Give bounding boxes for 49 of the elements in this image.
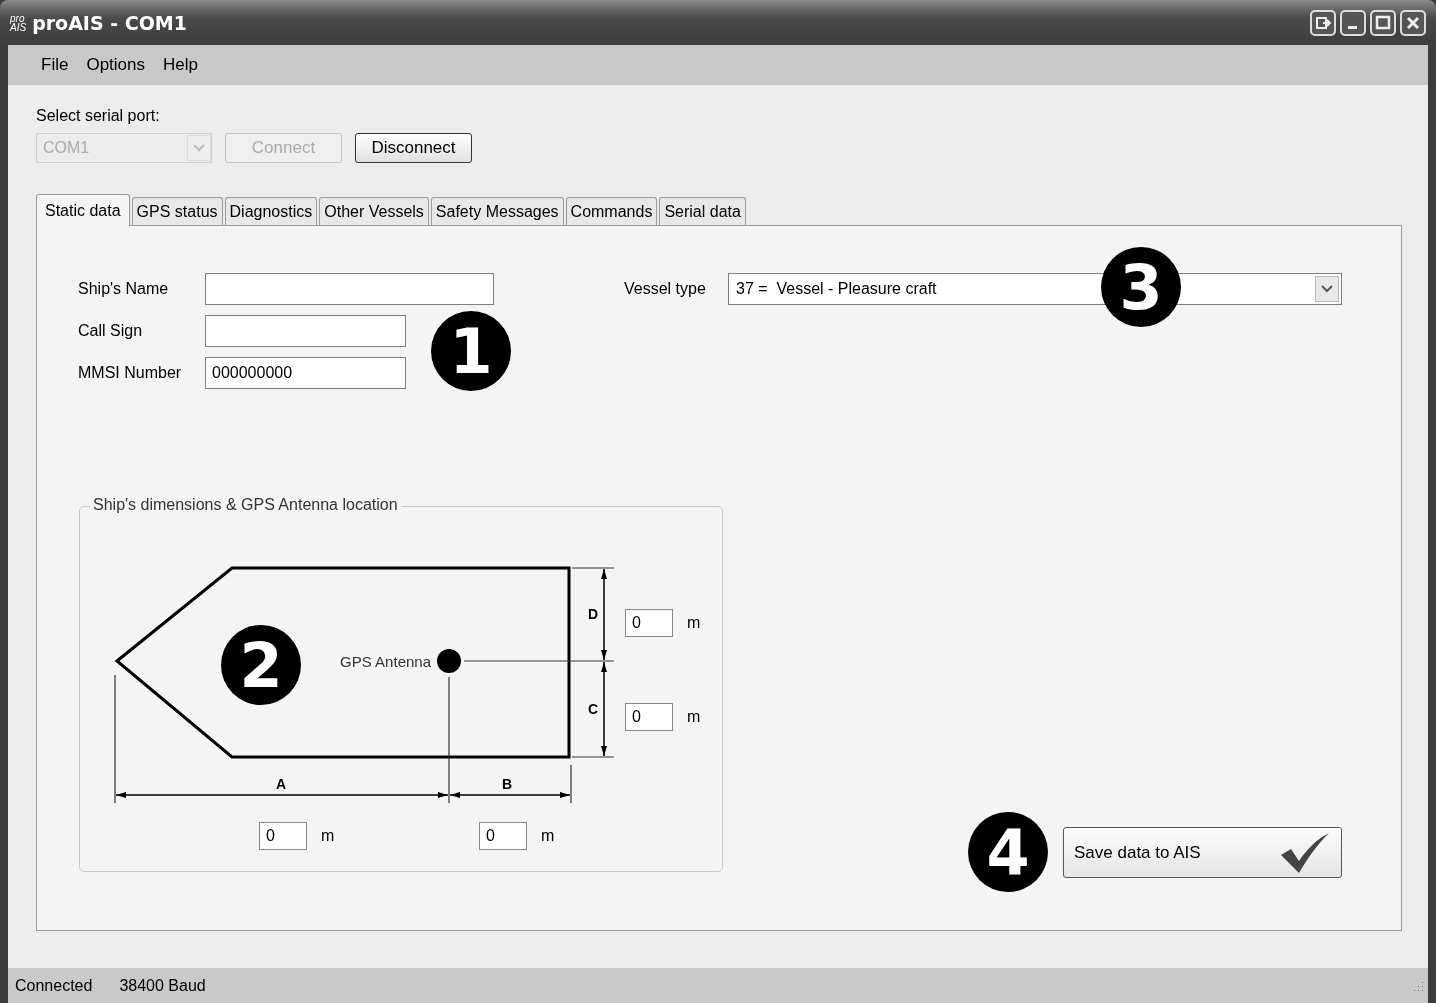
unit-label: m	[687, 614, 701, 632]
port-label: Select serial port:	[36, 107, 161, 125]
minimize-icon[interactable]	[1340, 9, 1366, 36]
restore-icon[interactable]	[1310, 9, 1336, 36]
tab[interactable]: GPS status	[131, 197, 223, 225]
dimension-input[interactable]: 0	[259, 822, 307, 850]
menu-item[interactable]: Options	[77, 55, 154, 75]
callout-number: 3	[1101, 247, 1181, 327]
dimension-letter: C	[587, 701, 599, 717]
menu-item[interactable]: Help	[154, 55, 207, 75]
unit-label: m	[687, 708, 701, 726]
resize-grip-icon	[1412, 979, 1424, 992]
app-logo: pro AIS	[10, 13, 27, 32]
callout-number: 2	[221, 625, 301, 705]
dimension-input[interactable]: 0	[625, 609, 673, 637]
antenna-label: GPS Antenna	[340, 653, 431, 670]
field-label: Call Sign	[78, 322, 144, 340]
save-button[interactable]: Save data to AIS	[1063, 827, 1342, 878]
status-text: 38400 Baud	[119, 976, 206, 995]
tab[interactable]: Commands	[565, 197, 658, 225]
tab[interactable]: Diagnostics	[224, 197, 318, 225]
dimension-letter: B	[501, 776, 513, 792]
maximize-icon[interactable]	[1370, 9, 1396, 36]
callout-number: 1	[431, 311, 511, 391]
unit-label: m	[321, 827, 335, 845]
unit-label: m	[541, 827, 555, 845]
window-title: proAIS - COM1	[32, 11, 187, 34]
field-label: Ship's Name	[78, 280, 170, 298]
tab[interactable]: Static data	[36, 194, 130, 226]
text-field[interactable]	[205, 273, 494, 305]
field-label: MMSI Number	[78, 364, 183, 382]
callout-number: 4	[968, 812, 1048, 892]
tab[interactable]: Safety Messages	[430, 197, 564, 225]
group-title: Ship's dimensions & GPS Antenna location	[90, 496, 401, 514]
text-field[interactable]	[205, 315, 406, 347]
menu-item[interactable]: File	[32, 55, 78, 75]
text-field[interactable]: 000000000	[205, 357, 406, 389]
close-icon[interactable]	[1400, 9, 1426, 36]
tab[interactable]: Serial data	[659, 197, 746, 225]
tab[interactable]: Other Vessels	[319, 197, 429, 225]
status-text: Connected	[15, 976, 93, 995]
field-label: Vessel type	[624, 280, 707, 298]
dimension-input[interactable]: 0	[479, 822, 527, 850]
checkmark-icon	[1279, 830, 1331, 875]
dimension-input[interactable]: 0	[625, 703, 673, 731]
dimension-letter: D	[587, 606, 599, 622]
dimension-letter: A	[275, 776, 287, 792]
antenna-dot	[437, 649, 461, 673]
disconnect-button[interactable]: Disconnect	[355, 133, 472, 163]
